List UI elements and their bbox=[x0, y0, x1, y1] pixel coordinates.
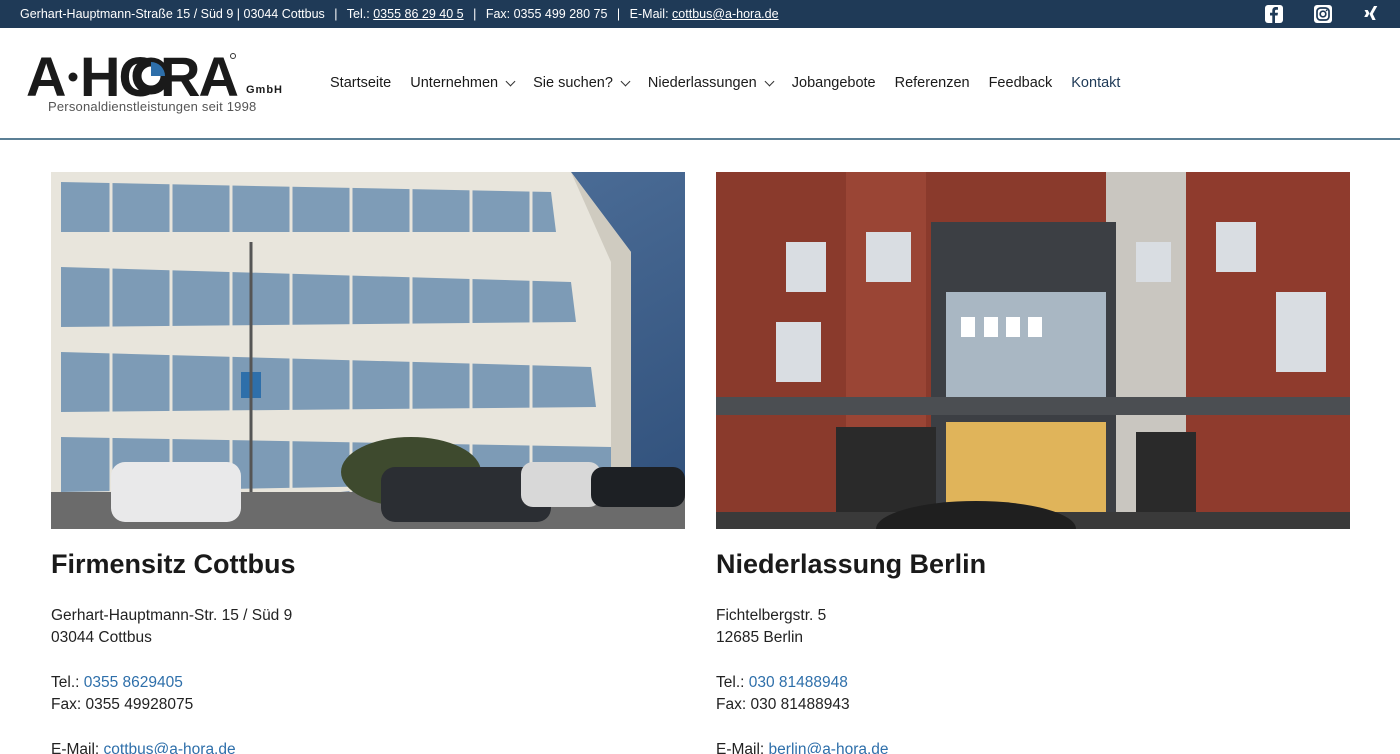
separator: | bbox=[616, 7, 621, 21]
chevron-down-icon bbox=[505, 76, 516, 86]
nav-startseite[interactable]: Startseite bbox=[330, 75, 391, 91]
nav-unternehmen[interactable]: Unternehmen bbox=[410, 75, 516, 91]
location-street: Gerhart-Hauptmann-Str. 15 / Süd 9 bbox=[51, 607, 293, 624]
site-header: A HORA GmbH Personaldienstleistungen sei… bbox=[0, 28, 1400, 140]
location-fax: Fax: 030 81488943 bbox=[716, 696, 850, 713]
xing-icon[interactable] bbox=[1361, 4, 1381, 24]
location-street: Fichtelbergstr. 5 bbox=[716, 607, 827, 624]
location-email-row: E-Mail: berlin@a-hora.de bbox=[716, 739, 1350, 754]
top-email-label: E-Mail: bbox=[629, 7, 669, 21]
tel-link[interactable]: 030 81488948 bbox=[749, 674, 848, 691]
instagram-icon[interactable] bbox=[1313, 4, 1333, 24]
location-title: Niederlassung Berlin bbox=[716, 549, 987, 579]
location-berlin: Niederlassung Berlin Fichtelbergstr. 5 1… bbox=[716, 172, 1350, 754]
nav-referenzen[interactable]: Referenzen bbox=[895, 75, 970, 91]
top-fax: Fax: 0355 499 280 75 bbox=[485, 7, 608, 21]
cottbus-building-photo bbox=[51, 172, 685, 529]
location-fax: Fax: 0355 49928075 bbox=[51, 696, 194, 713]
tel-link[interactable]: 0355 8629405 bbox=[84, 674, 183, 691]
chevron-down-icon bbox=[764, 76, 775, 86]
top-tel-link[interactable]: 0355 86 29 40 5 bbox=[373, 7, 463, 21]
nav-kontakt[interactable]: Kontakt bbox=[1071, 75, 1120, 91]
logo-tagline: Personaldienstleistungen seit 1998 bbox=[48, 99, 257, 114]
berlin-building-photo bbox=[716, 172, 1350, 529]
location-tel-row: Tel.: 030 81488948 bbox=[716, 672, 1350, 694]
main-nav: Startseite Unternehmen Sie suchen? Niede… bbox=[330, 75, 1139, 91]
email-label: E-Mail: bbox=[51, 741, 100, 754]
company-logo[interactable]: A HORA GmbH Personaldienstleistungen sei… bbox=[26, 45, 286, 116]
tel-label: Tel.: bbox=[716, 674, 745, 691]
nav-jobangebote[interactable]: Jobangebote bbox=[792, 75, 876, 91]
nav-feedback[interactable]: Feedback bbox=[989, 75, 1053, 91]
email-link[interactable]: cottbus@a-hora.de bbox=[104, 741, 236, 754]
top-tel-label: Tel.: bbox=[346, 7, 370, 21]
location-email-row: E-Mail: cottbus@a-hora.de bbox=[51, 739, 685, 754]
top-email-link[interactable]: cottbus@a-hora.de bbox=[672, 7, 779, 21]
top-address: Gerhart-Hauptmann-Straße 15 / Süd 9 | 03… bbox=[20, 7, 325, 21]
location-tel-row: Tel.: 0355 8629405 bbox=[51, 672, 685, 694]
chevron-down-icon bbox=[620, 76, 631, 86]
nav-sie-suchen[interactable]: Sie suchen? bbox=[533, 75, 631, 91]
top-contact-info: Gerhart-Hauptmann-Straße 15 / Süd 9 | 03… bbox=[20, 7, 779, 21]
logo-gmbh: GmbH bbox=[246, 84, 283, 96]
facebook-icon[interactable] bbox=[1264, 4, 1284, 24]
separator: | bbox=[473, 7, 477, 21]
email-link[interactable]: berlin@a-hora.de bbox=[769, 741, 889, 754]
separator: | bbox=[334, 7, 338, 21]
email-label: E-Mail: bbox=[716, 741, 765, 754]
location-title: Firmensitz Cottbus bbox=[51, 549, 296, 579]
nav-niederlassungen[interactable]: Niederlassungen bbox=[648, 75, 775, 91]
location-city: 12685 Berlin bbox=[716, 629, 804, 646]
top-contact-bar: Gerhart-Hauptmann-Straße 15 / Süd 9 | 03… bbox=[0, 0, 1400, 28]
tel-label: Tel.: bbox=[51, 674, 80, 691]
location-cottbus: Firmensitz Cottbus Gerhart-Hauptmann-Str… bbox=[51, 172, 685, 754]
location-city: 03044 Cottbus bbox=[51, 629, 152, 646]
